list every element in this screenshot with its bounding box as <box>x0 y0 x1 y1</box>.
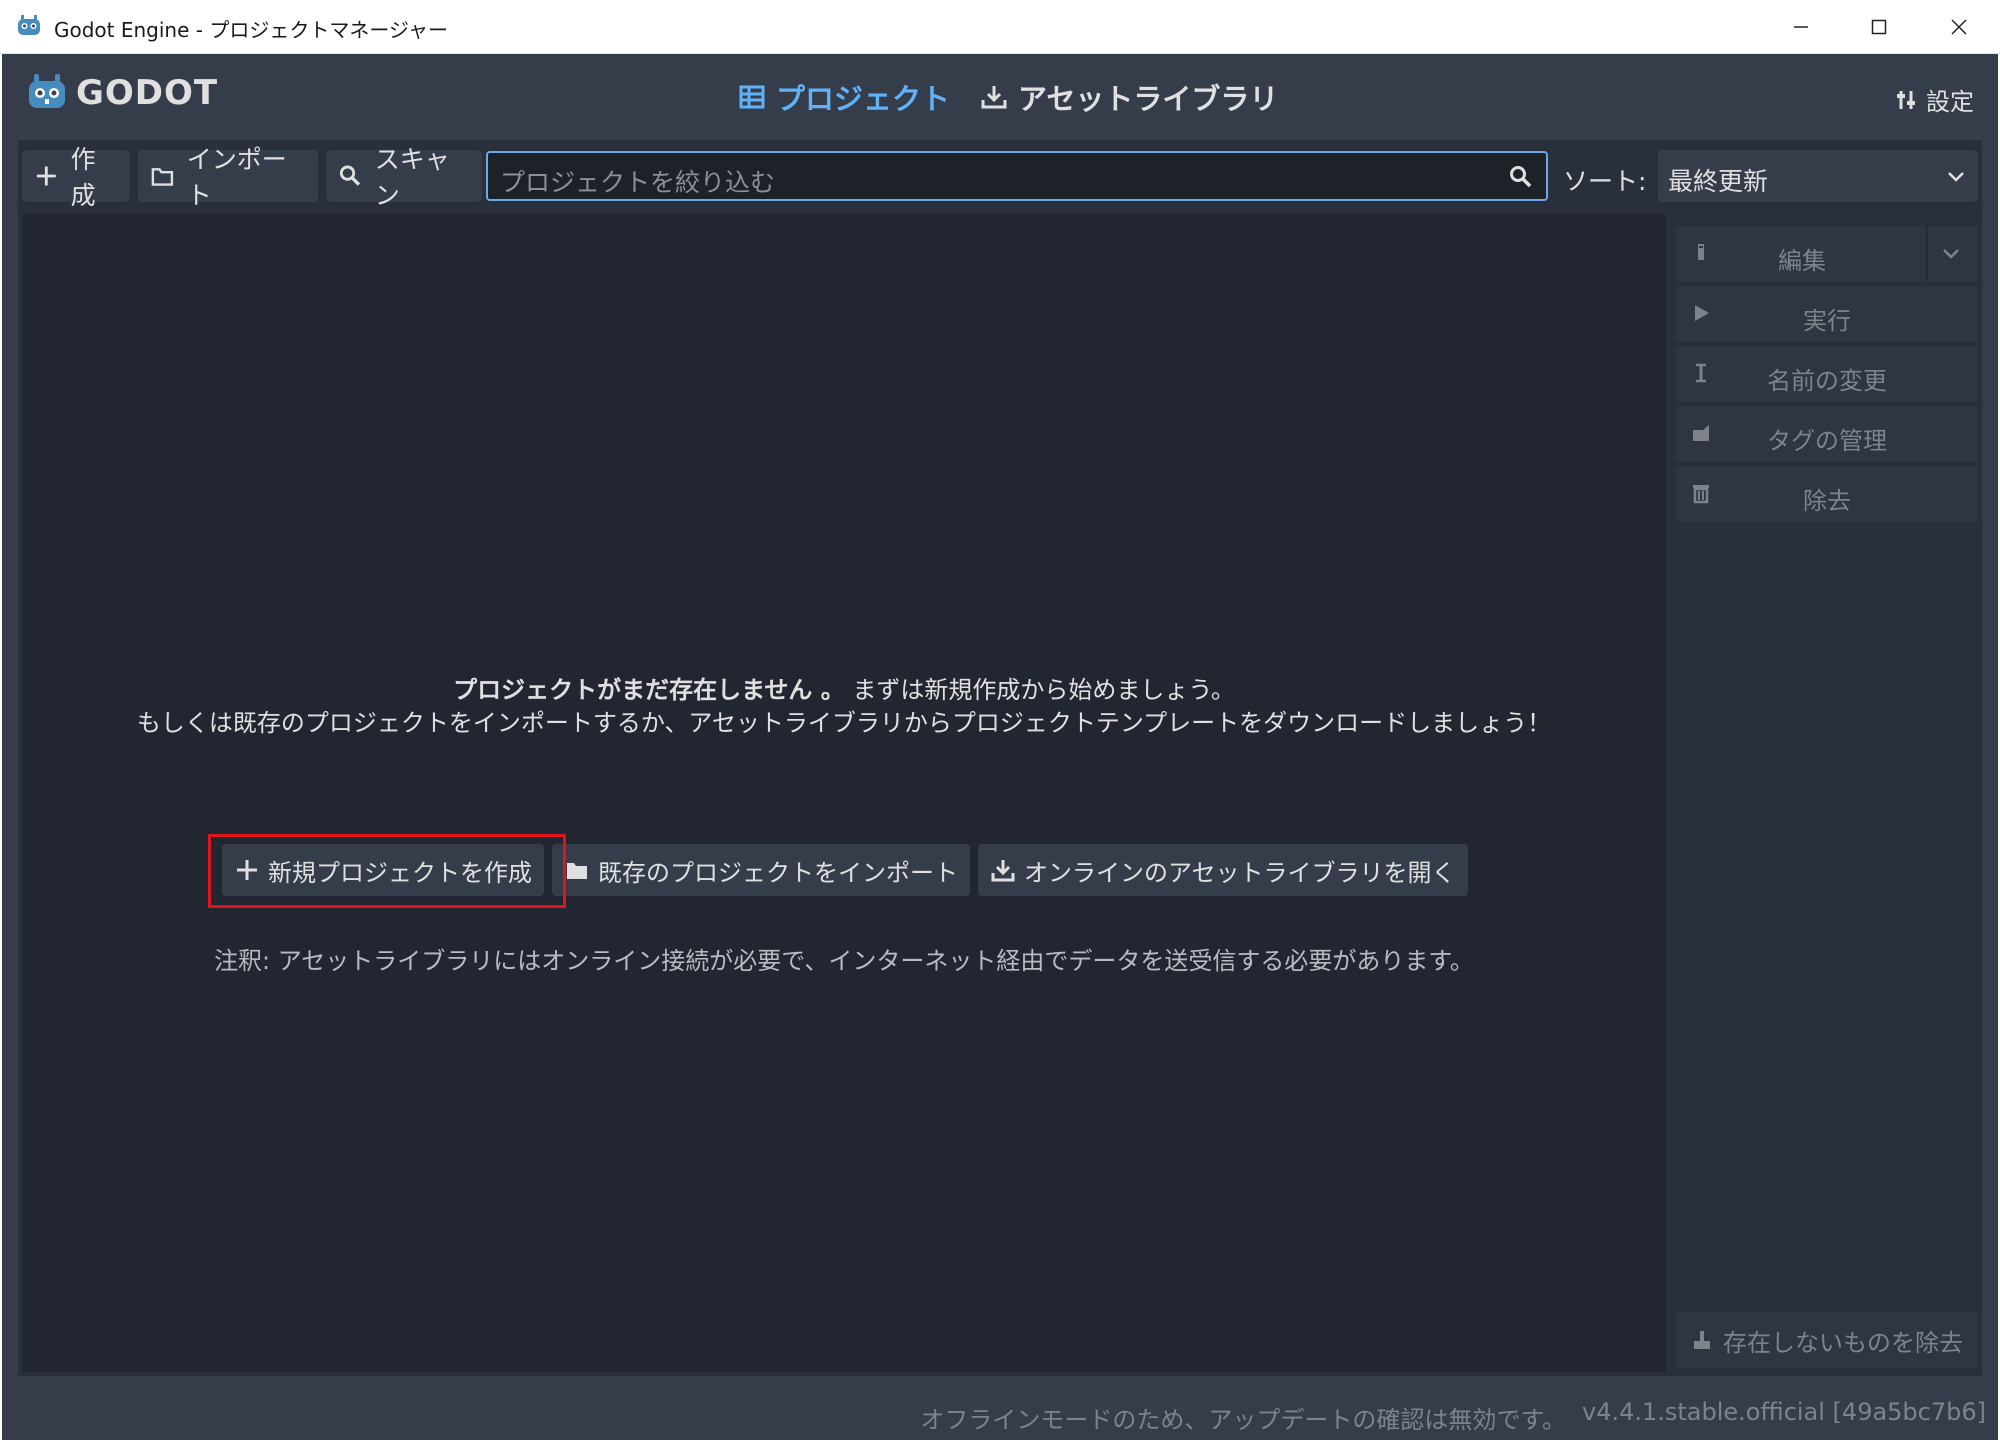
tab-projects-label: プロジェクト <box>776 82 951 116</box>
settings-button[interactable]: 設定 <box>1894 82 1974 117</box>
scan-button[interactable]: スキャン <box>326 145 482 210</box>
maximize-icon <box>1871 19 1887 34</box>
edit-dropdown-button[interactable] <box>1926 226 1978 282</box>
edit-label: 編集 <box>1778 247 1826 275</box>
import-existing-label: 既存のプロジェクトをインポート <box>598 858 958 887</box>
run-label: 実行 <box>1803 307 1851 335</box>
main-panel: 作成 インポート スキャン プロジェクトを絞り込む ソート: 最終更新 プロジェ… <box>18 140 1982 1376</box>
folder-icon <box>151 168 174 186</box>
update-check-status: オフラインモードのため、アップデートの確認は無効です。 <box>920 1406 1566 1434</box>
project-actions-panel: 編集 実行 名前の変更 タグの管理 除去 存在しないものを除去 <box>1672 214 1982 1372</box>
manage-tags-label: タグの管理 <box>1767 427 1887 455</box>
empty-title-bold: プロジェクトがまだ存在しません 。 <box>453 676 845 704</box>
rename-label: 名前の変更 <box>1767 367 1887 395</box>
project-manager: GODOT プロジェクト アセットライブラリ 設定 作成 インポート スキャン … <box>2 54 1998 1440</box>
remove-label: 除去 <box>1803 487 1851 515</box>
project-list-icon <box>739 85 765 109</box>
close-icon <box>1951 18 1967 35</box>
project-filter-input[interactable]: プロジェクトを絞り込む <box>486 151 1548 201</box>
close-button[interactable] <box>1920 0 1998 53</box>
godot-logo-icon <box>29 74 65 108</box>
manage-tags-button[interactable]: タグの管理 <box>1676 406 1978 462</box>
open-asset-library-label: オンラインのアセットライブラリを開く <box>1024 858 1456 887</box>
tab-asset-library-label: アセットライブラリ <box>1018 82 1279 116</box>
sort-select[interactable]: 最終更新 <box>1658 150 1978 202</box>
logo-text: GODOT <box>76 73 219 113</box>
search-icon <box>339 165 361 186</box>
remove-button[interactable]: 除去 <box>1676 466 1978 522</box>
import-label: インポート <box>186 145 287 210</box>
window-title: Godot Engine - プロジェクトマネージャー <box>54 18 448 42</box>
empty-subtitle: もしくは既存のプロジェクトをインポートするか、アセットライブラリからプロジェクト… <box>136 709 1552 737</box>
tools-icon <box>1897 90 1915 109</box>
plus-icon <box>36 166 56 186</box>
chevron-down-icon <box>1943 249 1959 259</box>
version-label[interactable]: v4.4.1.stable.official [49a5bc7b6] <box>1582 1398 1986 1426</box>
project-toolbar: 作成 インポート スキャン プロジェクトを絞り込む ソート: 最終更新 <box>18 140 1982 210</box>
download-icon <box>991 860 1015 882</box>
import-existing-button[interactable]: 既存のプロジェクトをインポート <box>552 844 970 896</box>
window-titlebar: Godot Engine - プロジェクトマネージャー <box>0 0 2000 54</box>
settings-label: 設定 <box>1926 88 1974 116</box>
search-icon <box>1510 166 1532 188</box>
create-button[interactable]: 作成 <box>22 145 130 210</box>
project-list: プロジェクトがまだ存在しません 。 まずは新規作成から始めましょう。 もしくは既… <box>22 214 1666 1372</box>
tab-asset-library[interactable]: アセットライブラリ <box>980 76 1278 118</box>
header: GODOT プロジェクト アセットライブラリ 設定 <box>2 54 1998 140</box>
status-bar: オフラインモードのため、アップデートの確認は無効です。 v4.4.1.stabl… <box>2 1384 1998 1440</box>
tab-projects[interactable]: プロジェクト <box>738 76 950 118</box>
remove-missing-label: 存在しないものを除去 <box>1723 1328 1963 1357</box>
minimize-button[interactable] <box>1762 0 1840 53</box>
main-tabs: プロジェクト アセットライブラリ <box>738 76 1308 118</box>
run-button[interactable]: 実行 <box>1676 286 1978 342</box>
open-asset-library-button[interactable]: オンラインのアセットライブラリを開く <box>978 844 1468 896</box>
sort-label: ソート: <box>1563 167 1647 196</box>
godot-logo: GODOT <box>26 72 218 114</box>
maximize-button[interactable] <box>1840 0 1918 53</box>
folder-icon <box>567 863 587 879</box>
download-icon <box>981 86 1007 109</box>
asset-library-note: 注釈: アセットライブラリにはオンライン接続が必要で、インターネット経由でデータ… <box>214 947 1474 975</box>
empty-message: プロジェクトがまだ存在しません 。 まずは新規作成から始めましょう。 もしくは既… <box>22 674 1666 740</box>
sort-value: 最終更新 <box>1668 167 1769 196</box>
highlight-box <box>208 834 566 908</box>
edit-button[interactable]: 編集 <box>1676 226 1978 282</box>
search-placeholder: プロジェクトを絞り込む <box>500 168 776 197</box>
import-button[interactable]: インポート <box>138 145 318 210</box>
scan-label: スキャン <box>374 145 450 210</box>
create-label: 作成 <box>70 145 96 210</box>
rename-button[interactable]: 名前の変更 <box>1676 346 1978 402</box>
remove-missing-button[interactable]: 存在しないものを除去 <box>1676 1312 1978 1368</box>
chevron-down-icon <box>1948 172 1964 182</box>
godot-icon <box>18 15 40 35</box>
minimize-icon <box>1794 25 1808 28</box>
empty-title-rest: まずは新規作成から始めましょう。 <box>852 676 1235 704</box>
clear-icon <box>1694 1331 1710 1349</box>
